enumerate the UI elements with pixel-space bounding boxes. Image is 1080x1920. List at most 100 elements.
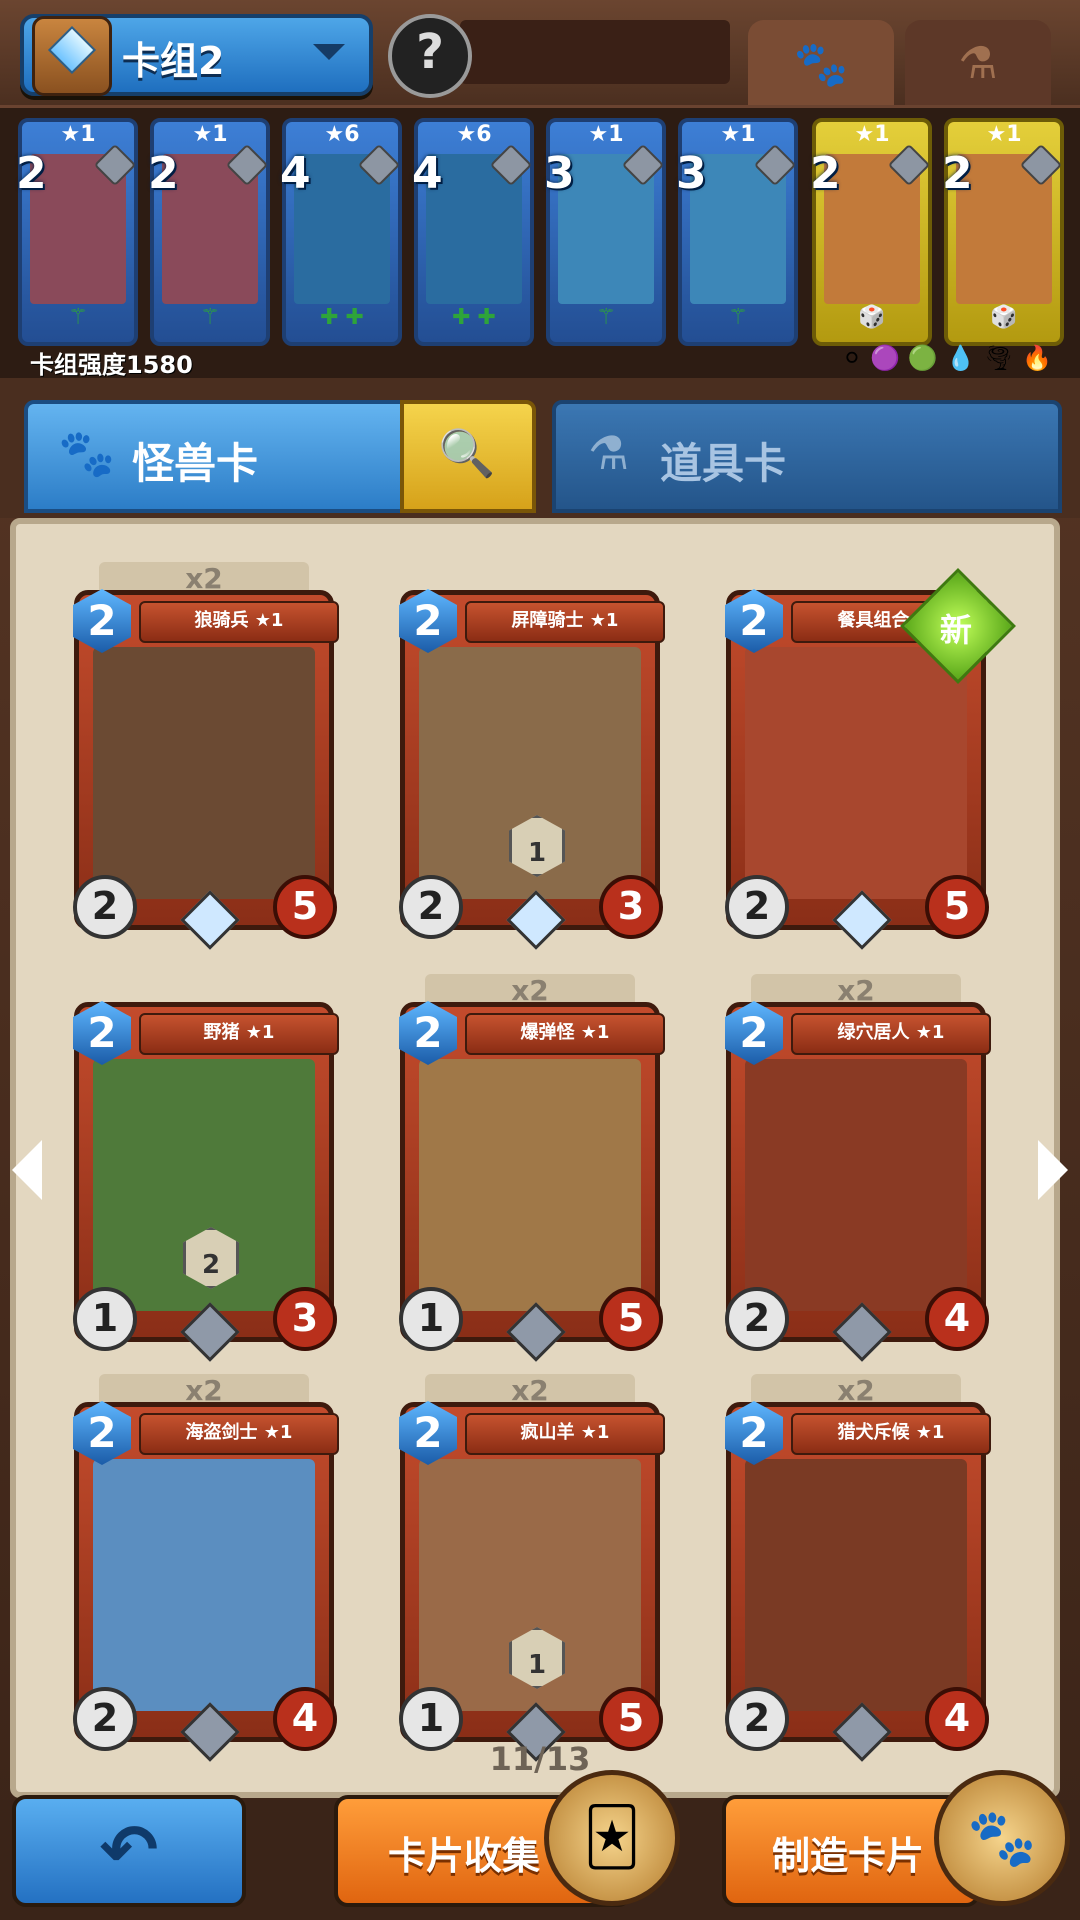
chevron-down-icon xyxy=(313,44,345,60)
deck-card-star: ★6 xyxy=(324,122,360,147)
deck-card[interactable]: ★1 3 ⚚ xyxy=(544,118,666,346)
deck-card-strip: ★1 2 ⚚ ★1 2 ⚚ ★6 4 ✚ ✚ ★6 4 ✚ ✚ ★1 3 ⚚ ★1 3 ⚚ ★1 2 🎲 ★1 2 🎲 卡组强… xyxy=(0,105,1080,381)
game-screen: 卡组2 ? 🐾 ⚗ ★1 2 ⚚ ★1 2 ⚚ ★6 4 ✚ ✚ ★6 4 ✚ ✚ ★1 3 ⚚ ★1 3 ⚚ ★1… xyxy=(0,0,1080,1920)
rarity-gem-icon xyxy=(506,1302,566,1362)
search-icon: 🔍 xyxy=(438,426,496,480)
card-cost: 2 xyxy=(725,1001,783,1065)
monster-card[interactable]: 餐具组合 ★1 2 2 5 新 xyxy=(725,568,1016,990)
card-name: 野猪 ★1 xyxy=(139,1013,339,1055)
deck-card[interactable]: ★1 2 ⚚ xyxy=(148,118,270,346)
rarity-gem-icon xyxy=(832,890,892,950)
card-art xyxy=(93,647,315,899)
deck-card[interactable]: ★6 4 ✚ ✚ xyxy=(280,118,402,346)
top-bar: 卡组2 ? 🐾 ⚗ xyxy=(0,0,1080,110)
water-element-icon: 💧 xyxy=(945,344,984,372)
card-art xyxy=(745,1459,967,1711)
card-name: 海盗剑士 ★1 xyxy=(139,1413,339,1455)
monster-card[interactable]: x2 爆弹怪 ★1 2 1 5 xyxy=(399,974,665,1402)
page-indicator: 11/13 xyxy=(489,1740,591,1778)
card-cost: 2 xyxy=(73,1001,131,1065)
bottom-bar: ↶ 卡片收集 🃏 制造卡片 🐾 xyxy=(0,1770,1080,1920)
monster-card[interactable]: 屏障骑士 ★1 2 1 2 3 xyxy=(399,589,665,990)
card-frame: 海盗剑士 ★1 2 2 4 xyxy=(73,1401,339,1762)
deck-card-star: ★1 xyxy=(588,122,624,147)
card-name: 爆弹怪 ★1 xyxy=(465,1013,665,1055)
deck-card-star: ★1 xyxy=(60,122,96,147)
deck-selector[interactable]: 卡组2 xyxy=(20,14,373,96)
nature-element-icon: 🟢 xyxy=(907,344,946,372)
monster-card[interactable]: x2 狼骑兵 ★1 2 2 5 xyxy=(73,562,339,990)
deck-card-cost: 2 xyxy=(810,148,841,199)
craft-medal-icon: 🐾 xyxy=(934,1770,1070,1906)
search-button[interactable]: 🔍 xyxy=(400,400,536,513)
card-cost: 2 xyxy=(73,589,131,653)
monster-card[interactable]: 野猪 ★1 2 2 1 3 xyxy=(73,1001,339,1402)
card-cost: 2 xyxy=(399,1401,457,1465)
tab-monster-cards[interactable]: 🐾 怪兽卡 xyxy=(24,400,412,513)
card-name: 疯山羊 ★1 xyxy=(465,1413,665,1455)
deck-card-cost: 4 xyxy=(280,148,311,199)
deck-card[interactable]: ★1 2 🎲 xyxy=(942,118,1064,346)
card-health: 5 xyxy=(599,1287,663,1351)
craft-card-label: 制造卡片 xyxy=(772,1834,925,1878)
deck-card[interactable]: ★1 2 🎲 xyxy=(810,118,932,346)
card-frame: 猎犬斥候 ★1 2 2 4 xyxy=(725,1401,991,1762)
paw-icon: 🐾 xyxy=(793,39,849,90)
question-mark-icon: ? xyxy=(416,24,444,80)
rarity-gem-icon xyxy=(506,890,566,950)
dice-icon: 🎲 xyxy=(858,305,886,330)
player-name-box xyxy=(460,20,730,84)
monster-card[interactable]: x2 绿穴居人 ★1 2 2 4 xyxy=(725,974,991,1402)
card-frame: 爆弹怪 ★1 2 1 5 xyxy=(399,1001,665,1362)
dice-icon: 🎲 xyxy=(990,305,1018,330)
potion-icon: ⚗ xyxy=(588,426,630,480)
tab-monster-deck[interactable]: 🐾 xyxy=(748,20,894,110)
deck-power: 卡组强度1580 xyxy=(30,351,193,379)
card-name: 屏障骑士 ★1 xyxy=(465,601,665,643)
next-page-arrow-icon[interactable] xyxy=(1038,1140,1068,1200)
card-frame: 屏障骑士 ★1 2 1 2 3 xyxy=(399,589,665,950)
tab-item-deck[interactable]: ⚗ xyxy=(905,20,1051,110)
deck-card[interactable]: ★1 2 ⚚ xyxy=(16,118,138,346)
tab-item-cards[interactable]: ⚗ 道具卡 xyxy=(552,400,1062,513)
card-attack: 2 xyxy=(73,875,137,939)
category-tabs: 🐾 怪兽卡 🔍 ⚗ 道具卡 xyxy=(0,378,1080,518)
card-health: 5 xyxy=(273,875,337,939)
rarity-gem-icon xyxy=(832,1302,892,1362)
rarity-gem-icon xyxy=(180,890,240,950)
tab-monster-label: 怪兽卡 xyxy=(132,439,259,488)
card-art xyxy=(419,1059,641,1311)
wand-icon: ⚚ xyxy=(200,305,220,330)
card-frame: 野猪 ★1 2 2 1 3 xyxy=(73,1001,339,1362)
deck-card[interactable]: ★6 4 ✚ ✚ xyxy=(412,118,534,346)
deck-card[interactable]: ★1 3 ⚚ xyxy=(676,118,798,346)
card-name: 绿穴居人 ★1 xyxy=(791,1013,991,1055)
prev-page-arrow-icon[interactable] xyxy=(12,1140,42,1200)
back-button[interactable]: ↶ xyxy=(12,1795,246,1907)
plus-icon: ✚ ✚ xyxy=(320,305,364,330)
shadow-element-icon: 🟣 xyxy=(869,344,908,372)
card-frame: 餐具组合 ★1 2 2 5 新 xyxy=(725,568,1016,950)
element-icons: ⚪🟣🟢💧🌪🔥 xyxy=(842,344,1060,372)
deck-card-star: ★1 xyxy=(986,122,1022,147)
wand-icon: ⚚ xyxy=(68,305,88,330)
card-attack: 2 xyxy=(725,1287,789,1351)
card-attack: 2 xyxy=(399,875,463,939)
card-health: 3 xyxy=(599,875,663,939)
deck-book-icon xyxy=(32,16,112,96)
card-health: 3 xyxy=(273,1287,337,1351)
gem-icon xyxy=(47,25,97,75)
card-art xyxy=(745,647,967,899)
neutral-element-icon: ⚪ xyxy=(841,344,870,372)
deck-card-star: ★1 xyxy=(192,122,228,147)
card-cost: 2 xyxy=(725,589,783,653)
card-attack: 1 xyxy=(399,1287,463,1351)
wand-icon: ⚚ xyxy=(728,305,748,330)
back-arrow-icon: ↶ xyxy=(99,1809,159,1891)
fire-element-icon: 🔥 xyxy=(1022,344,1060,372)
avatar[interactable]: ? xyxy=(388,14,472,98)
deck-card-star: ★6 xyxy=(456,122,492,147)
card-collection-panel: x2 狼骑兵 ★1 2 2 5 屏障骑士 ★1 2 1 2 3 餐具组合 ★1 2 2 5 新野猪 ★1 2 2… xyxy=(10,518,1060,1798)
deck-card-cost: 2 xyxy=(148,148,179,199)
deck-name: 卡组2 xyxy=(122,39,225,83)
